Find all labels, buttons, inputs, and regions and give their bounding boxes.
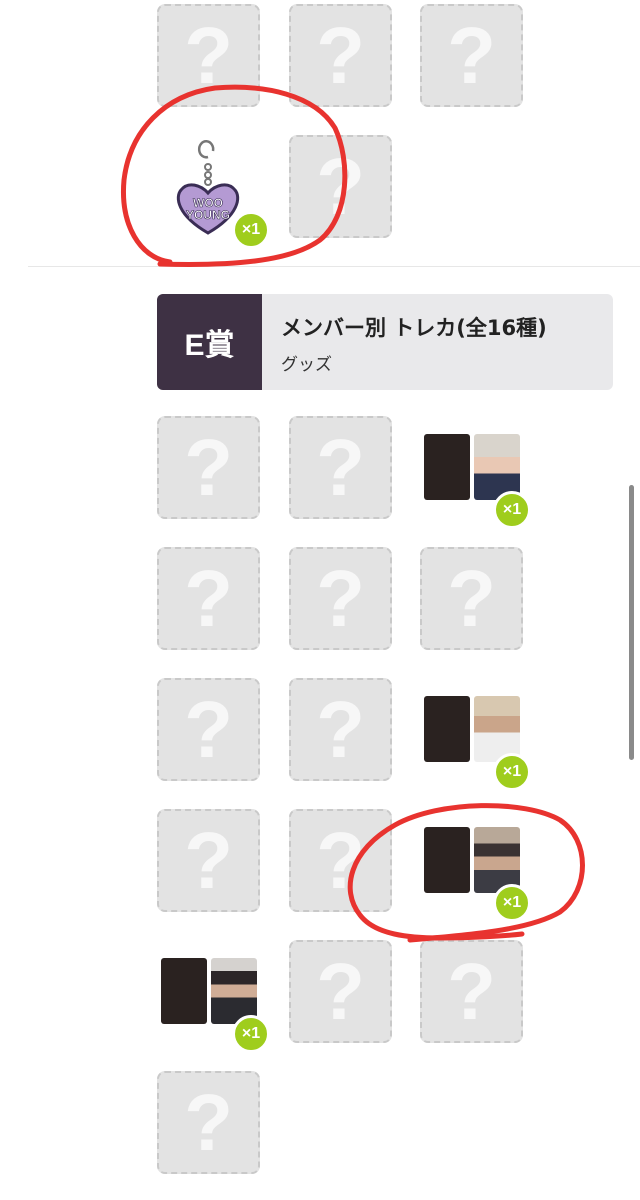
- question-mark: ?: [316, 553, 365, 643]
- keychain-prize-tile[interactable]: WOO YOUNG ×1: [157, 135, 270, 249]
- question-mark: ?: [184, 553, 233, 643]
- question-mark: ?: [184, 815, 233, 905]
- quantity-badge: ×1: [493, 491, 531, 529]
- unknown-prize-tile[interactable]: ?: [289, 547, 392, 650]
- question-mark: ?: [184, 422, 233, 512]
- question-mark: ?: [447, 946, 496, 1036]
- quantity-badge: ×1: [232, 211, 270, 249]
- question-mark: ?: [316, 946, 365, 1036]
- unknown-prize-tile[interactable]: ?: [420, 4, 523, 107]
- prize-category: グッズ: [281, 355, 332, 375]
- question-mark: ?: [184, 1077, 233, 1167]
- unknown-prize-tile[interactable]: ?: [289, 940, 392, 1043]
- unknown-prize-tile[interactable]: ?: [157, 809, 260, 912]
- prize-header: E賞 メンバー別 トレカ(全16種) グッズ: [157, 294, 613, 390]
- unknown-prize-tile[interactable]: ?: [157, 416, 260, 519]
- question-mark: ?: [184, 10, 233, 100]
- question-mark: ?: [316, 422, 365, 512]
- trading-card-prize-tile[interactable]: ×1: [420, 678, 531, 791]
- scrollbar[interactable]: [629, 485, 634, 760]
- unknown-prize-tile[interactable]: ?: [420, 940, 523, 1043]
- card-back-image: [424, 827, 470, 893]
- unknown-prize-tile[interactable]: ?: [289, 809, 392, 912]
- unknown-prize-tile[interactable]: ?: [289, 678, 392, 781]
- question-mark: ?: [447, 10, 496, 100]
- unknown-prize-tile[interactable]: ?: [289, 416, 392, 519]
- quantity-badge: ×1: [493, 753, 531, 791]
- keychain-text-line2: YOUNG: [186, 208, 230, 222]
- trading-card-prize-tile[interactable]: ×1: [420, 809, 531, 922]
- section-divider: [28, 266, 640, 267]
- unknown-prize-tile[interactable]: ?: [157, 678, 260, 781]
- unknown-prize-tile[interactable]: ?: [157, 547, 260, 650]
- unknown-prize-tile[interactable]: ?: [289, 4, 392, 107]
- unknown-prize-tile[interactable]: ?: [157, 1071, 260, 1174]
- prize-title: メンバー別 トレカ(全16種): [281, 316, 547, 340]
- card-back-image: [424, 696, 470, 762]
- question-mark: ?: [316, 815, 365, 905]
- question-mark: ?: [316, 141, 365, 231]
- trading-card-prize-tile[interactable]: ×1: [157, 940, 270, 1053]
- question-mark: ?: [316, 10, 365, 100]
- card-back-image: [161, 958, 207, 1024]
- quantity-badge: ×1: [232, 1015, 270, 1053]
- quantity-badge: ×1: [493, 884, 531, 922]
- card-back-image: [424, 434, 470, 500]
- unknown-prize-tile[interactable]: ?: [289, 135, 392, 238]
- question-mark: ?: [316, 684, 365, 774]
- trading-card-prize-tile[interactable]: ×1: [420, 416, 531, 529]
- unknown-prize-tile[interactable]: ?: [420, 547, 523, 650]
- unknown-prize-tile[interactable]: ?: [157, 4, 260, 107]
- question-mark: ?: [447, 553, 496, 643]
- prize-rank: E賞: [157, 294, 262, 390]
- question-mark: ?: [184, 684, 233, 774]
